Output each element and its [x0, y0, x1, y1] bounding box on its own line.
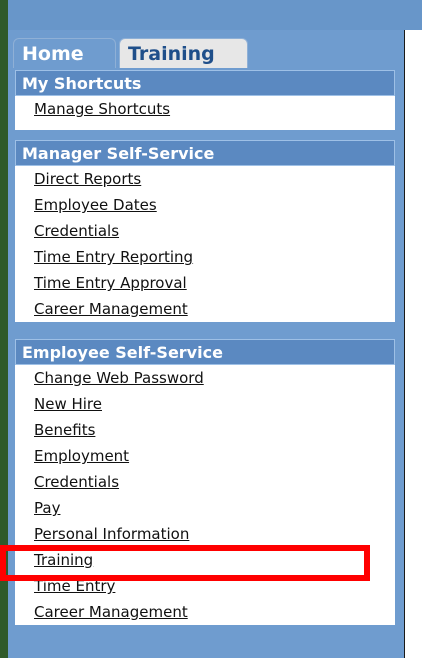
employee-career-management-link[interactable]: Career Management [15, 599, 395, 625]
change-web-password-link[interactable]: Change Web Password [15, 365, 395, 391]
tab-home[interactable]: Home [13, 38, 116, 68]
manage-shortcuts-link[interactable]: Manage Shortcuts [15, 96, 395, 122]
employment-link[interactable]: Employment [15, 443, 395, 469]
top-bar [8, 0, 422, 30]
my-shortcuts-header: My Shortcuts [15, 70, 395, 96]
training-highlight-box [0, 545, 370, 581]
personal-information-link[interactable]: Personal Information [15, 521, 395, 547]
new-hire-link[interactable]: New Hire [15, 391, 395, 417]
my-shortcuts-section: My Shortcuts Manage Shortcuts [15, 70, 395, 130]
manager-credentials-link[interactable]: Credentials [15, 218, 395, 244]
time-entry-approval-link[interactable]: Time Entry Approval [15, 270, 395, 296]
manager-self-service-section: Manager Self-Service Direct Reports Empl… [15, 140, 395, 322]
manager-self-service-header: Manager Self-Service [15, 140, 395, 166]
pay-link[interactable]: Pay [15, 495, 395, 521]
manager-career-management-link[interactable]: Career Management [15, 296, 395, 322]
content-area [405, 30, 422, 658]
benefits-link[interactable]: Benefits [15, 417, 395, 443]
employee-credentials-link[interactable]: Credentials [15, 469, 395, 495]
tab-training[interactable]: Training [119, 38, 248, 68]
employee-self-service-header: Employee Self-Service [15, 339, 395, 365]
employee-self-service-section: Employee Self-Service Change Web Passwor… [15, 339, 395, 625]
direct-reports-link[interactable]: Direct Reports [15, 166, 395, 192]
employee-dates-link[interactable]: Employee Dates [15, 192, 395, 218]
time-entry-reporting-link[interactable]: Time Entry Reporting [15, 244, 395, 270]
